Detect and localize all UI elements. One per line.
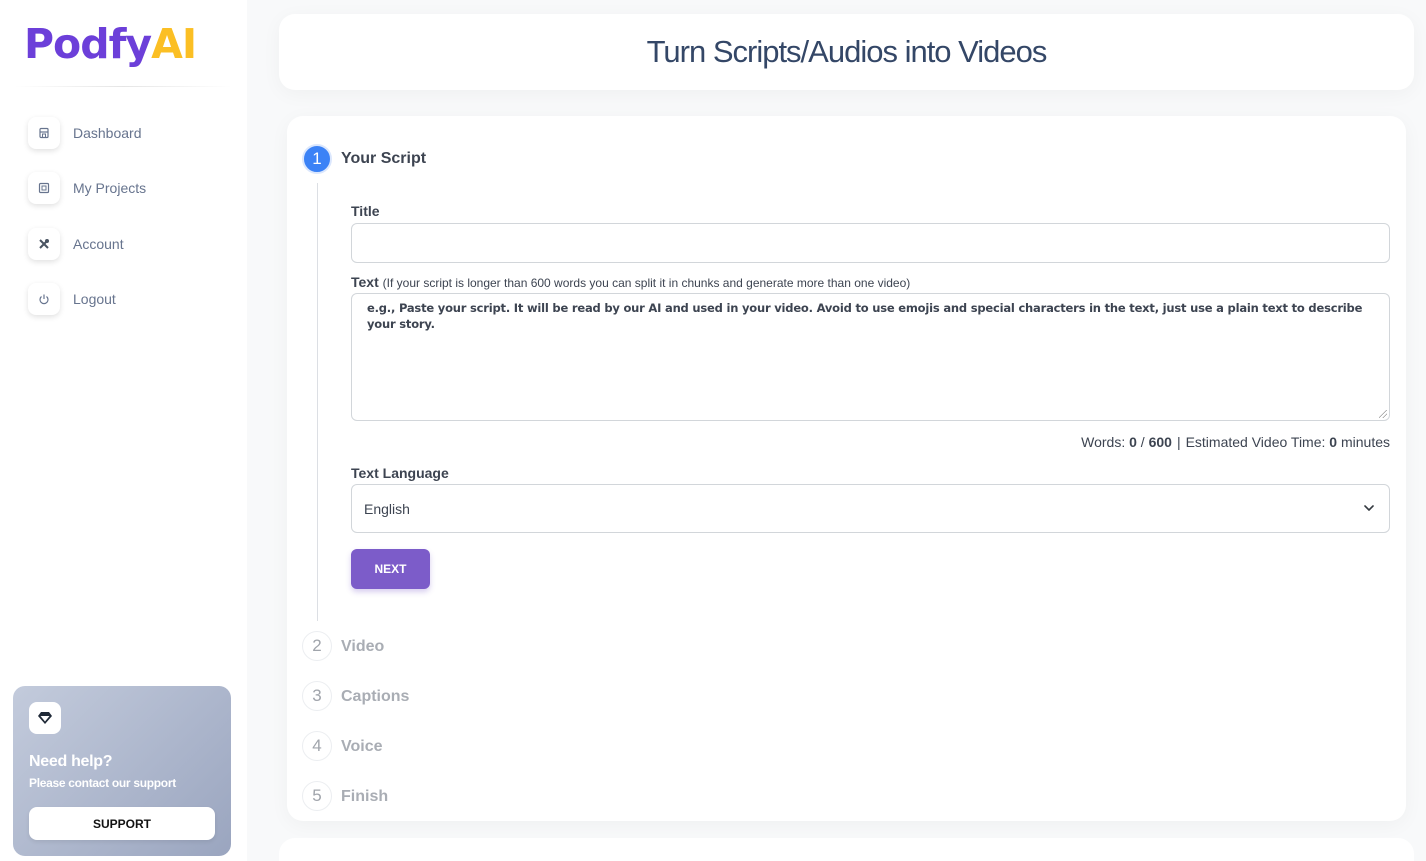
help-subtitle: Please contact our support: [29, 776, 176, 790]
step-4-label[interactable]: Voice: [341, 738, 383, 756]
estimated-time-value: 0: [1329, 434, 1338, 450]
step-2-label[interactable]: Video: [341, 638, 384, 656]
help-title: Need help?: [29, 753, 113, 770]
text-label-main: Text: [351, 274, 379, 290]
script-textarea[interactable]: e.g., Paste your script. It will be read…: [351, 293, 1390, 421]
next-button[interactable]: NEXT: [351, 549, 430, 589]
sidebar: PodfyAI Dashboard My Projects Account Lo…: [0, 0, 247, 861]
brand-name-part1: Podfy: [24, 20, 152, 68]
sidebar-item-label: Logout: [73, 291, 116, 307]
step-1-label[interactable]: Your Script: [341, 150, 426, 168]
box-icon: [28, 172, 60, 204]
footer-card: [279, 838, 1414, 861]
chevron-down-icon: [1364, 505, 1374, 511]
step-3-label[interactable]: Captions: [341, 688, 409, 706]
sidebar-item-account[interactable]: Account: [28, 228, 124, 260]
shop-icon: [28, 117, 60, 149]
step-4-indicator[interactable]: 4: [302, 731, 332, 761]
words-max: 600: [1148, 434, 1172, 450]
word-count-separator: |: [1176, 434, 1181, 450]
step-connector-line: [317, 183, 318, 621]
language-label: Text Language: [351, 465, 449, 481]
sidebar-item-my-projects[interactable]: My Projects: [28, 172, 146, 204]
estimated-time-label: Estimated Video Time:: [1185, 434, 1326, 450]
sidebar-item-label: Dashboard: [73, 125, 142, 141]
tools-icon: [28, 228, 60, 260]
title-input[interactable]: [351, 223, 1390, 263]
language-selected-value: English: [364, 500, 410, 517]
words-count: 0: [1129, 434, 1137, 450]
help-card: Need help? Please contact our support SU…: [13, 686, 231, 856]
support-button[interactable]: SUPPORT: [29, 807, 215, 840]
sidebar-divider: [14, 86, 232, 87]
words-label: Words:: [1081, 434, 1126, 450]
word-count: Words: 0 / 600 | Estimated Video Time: 0…: [1081, 434, 1390, 450]
resize-grip-icon[interactable]: [1379, 410, 1387, 418]
diamond-icon: [29, 702, 61, 734]
text-label-note: (If your script is longer than 600 words…: [382, 276, 911, 290]
sidebar-item-label: Account: [73, 236, 124, 252]
step-5-label[interactable]: Finish: [341, 788, 388, 806]
brand-logo[interactable]: PodfyAI: [24, 18, 197, 70]
words-slash: /: [1140, 434, 1145, 450]
header-card: Turn Scripts/Audios into Videos: [279, 14, 1414, 90]
step-3-indicator[interactable]: 3: [302, 681, 332, 711]
sidebar-item-dashboard[interactable]: Dashboard: [28, 117, 142, 149]
text-label: Text (If your script is longer than 600 …: [351, 274, 910, 290]
step-5-indicator[interactable]: 5: [302, 781, 332, 811]
script-placeholder: e.g., Paste your script. It will be read…: [367, 301, 1363, 331]
step-1-indicator[interactable]: 1: [302, 144, 332, 174]
language-select[interactable]: English: [351, 484, 1390, 533]
step-2-indicator[interactable]: 2: [302, 631, 332, 661]
stepper-card: 1 Your Script Title Text (If your script…: [287, 116, 1406, 821]
power-icon: [28, 283, 60, 315]
estimated-time-unit: minutes: [1340, 434, 1390, 450]
title-label: Title: [351, 203, 380, 219]
brand-name-part2: AI: [151, 20, 197, 68]
sidebar-item-logout[interactable]: Logout: [28, 283, 116, 315]
sidebar-item-label: My Projects: [73, 180, 147, 196]
page-title: Turn Scripts/Audios into Videos: [646, 34, 1048, 69]
